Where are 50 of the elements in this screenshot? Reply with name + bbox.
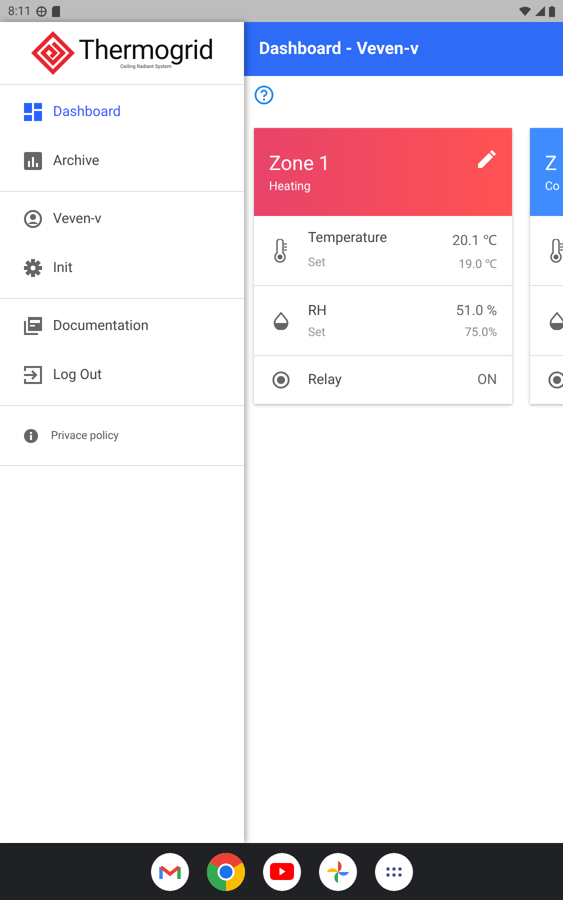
water-drop-icon [273, 312, 289, 330]
sim-card-icon [52, 6, 60, 16]
drawer-item[interactable]: Dashboard [0, 87, 244, 136]
mail-app-icon[interactable] [150, 852, 188, 890]
document-icon [24, 316, 42, 334]
zone-title: Zone 1 [269, 151, 330, 175]
water-drop-icon [549, 312, 563, 330]
drawer-item[interactable]: Init [0, 243, 244, 292]
brand-name: Thermogrid [78, 36, 214, 64]
drawer-item[interactable]: Veven-v [0, 194, 244, 243]
globe-icon [36, 6, 48, 16]
gear-icon [24, 258, 42, 276]
clock: 8:11 [8, 4, 32, 18]
setpoint-label: Set [308, 254, 326, 270]
signal-icon [535, 6, 545, 16]
logout-icon [24, 366, 42, 384]
page-title: Dashboard - Veven-v [259, 39, 419, 59]
drawer-item[interactable]: Log Out [0, 350, 244, 399]
browser-app-icon[interactable] [206, 852, 244, 890]
radio-on-icon [272, 370, 290, 390]
app-grid-icon[interactable] [374, 852, 412, 890]
bar-chart-icon [24, 152, 42, 170]
drawer-item[interactable]: Documentation [0, 301, 244, 350]
drawer-item[interactable]: Archive [0, 136, 244, 185]
zone-title: Z [545, 151, 557, 175]
setpoint-value: 19.0 ℃ [458, 256, 497, 272]
reading-label: RH [308, 302, 328, 318]
help-icon[interactable] [254, 85, 274, 105]
wifi-icon [519, 6, 531, 16]
reading-value: 51.0 % [456, 302, 497, 318]
battery-icon [549, 6, 555, 16]
video-app-icon[interactable] [262, 852, 300, 890]
pinwheel-app-icon[interactable] [318, 852, 356, 890]
info-icon [24, 428, 38, 442]
pencil-icon[interactable] [478, 150, 496, 168]
reading-value: 20.1 ℃ [452, 232, 497, 248]
dashboard-icon [24, 102, 42, 120]
thermometer-icon [550, 238, 563, 262]
thermometer-icon [274, 238, 288, 262]
zone-mode: Heating [269, 179, 311, 193]
account-icon [24, 210, 42, 228]
setpoint-label: Set [308, 324, 326, 338]
radio-on-icon [548, 370, 563, 390]
relay-label: Relay [308, 372, 343, 388]
setpoint-value: 75.0% [464, 324, 497, 338]
zone-mode: Co [545, 179, 560, 193]
logo-icon [30, 31, 75, 75]
reading-label: Temperature [308, 230, 388, 248]
relay-value: ON [477, 372, 497, 388]
privacy-link[interactable]: Privace policy [51, 429, 119, 442]
